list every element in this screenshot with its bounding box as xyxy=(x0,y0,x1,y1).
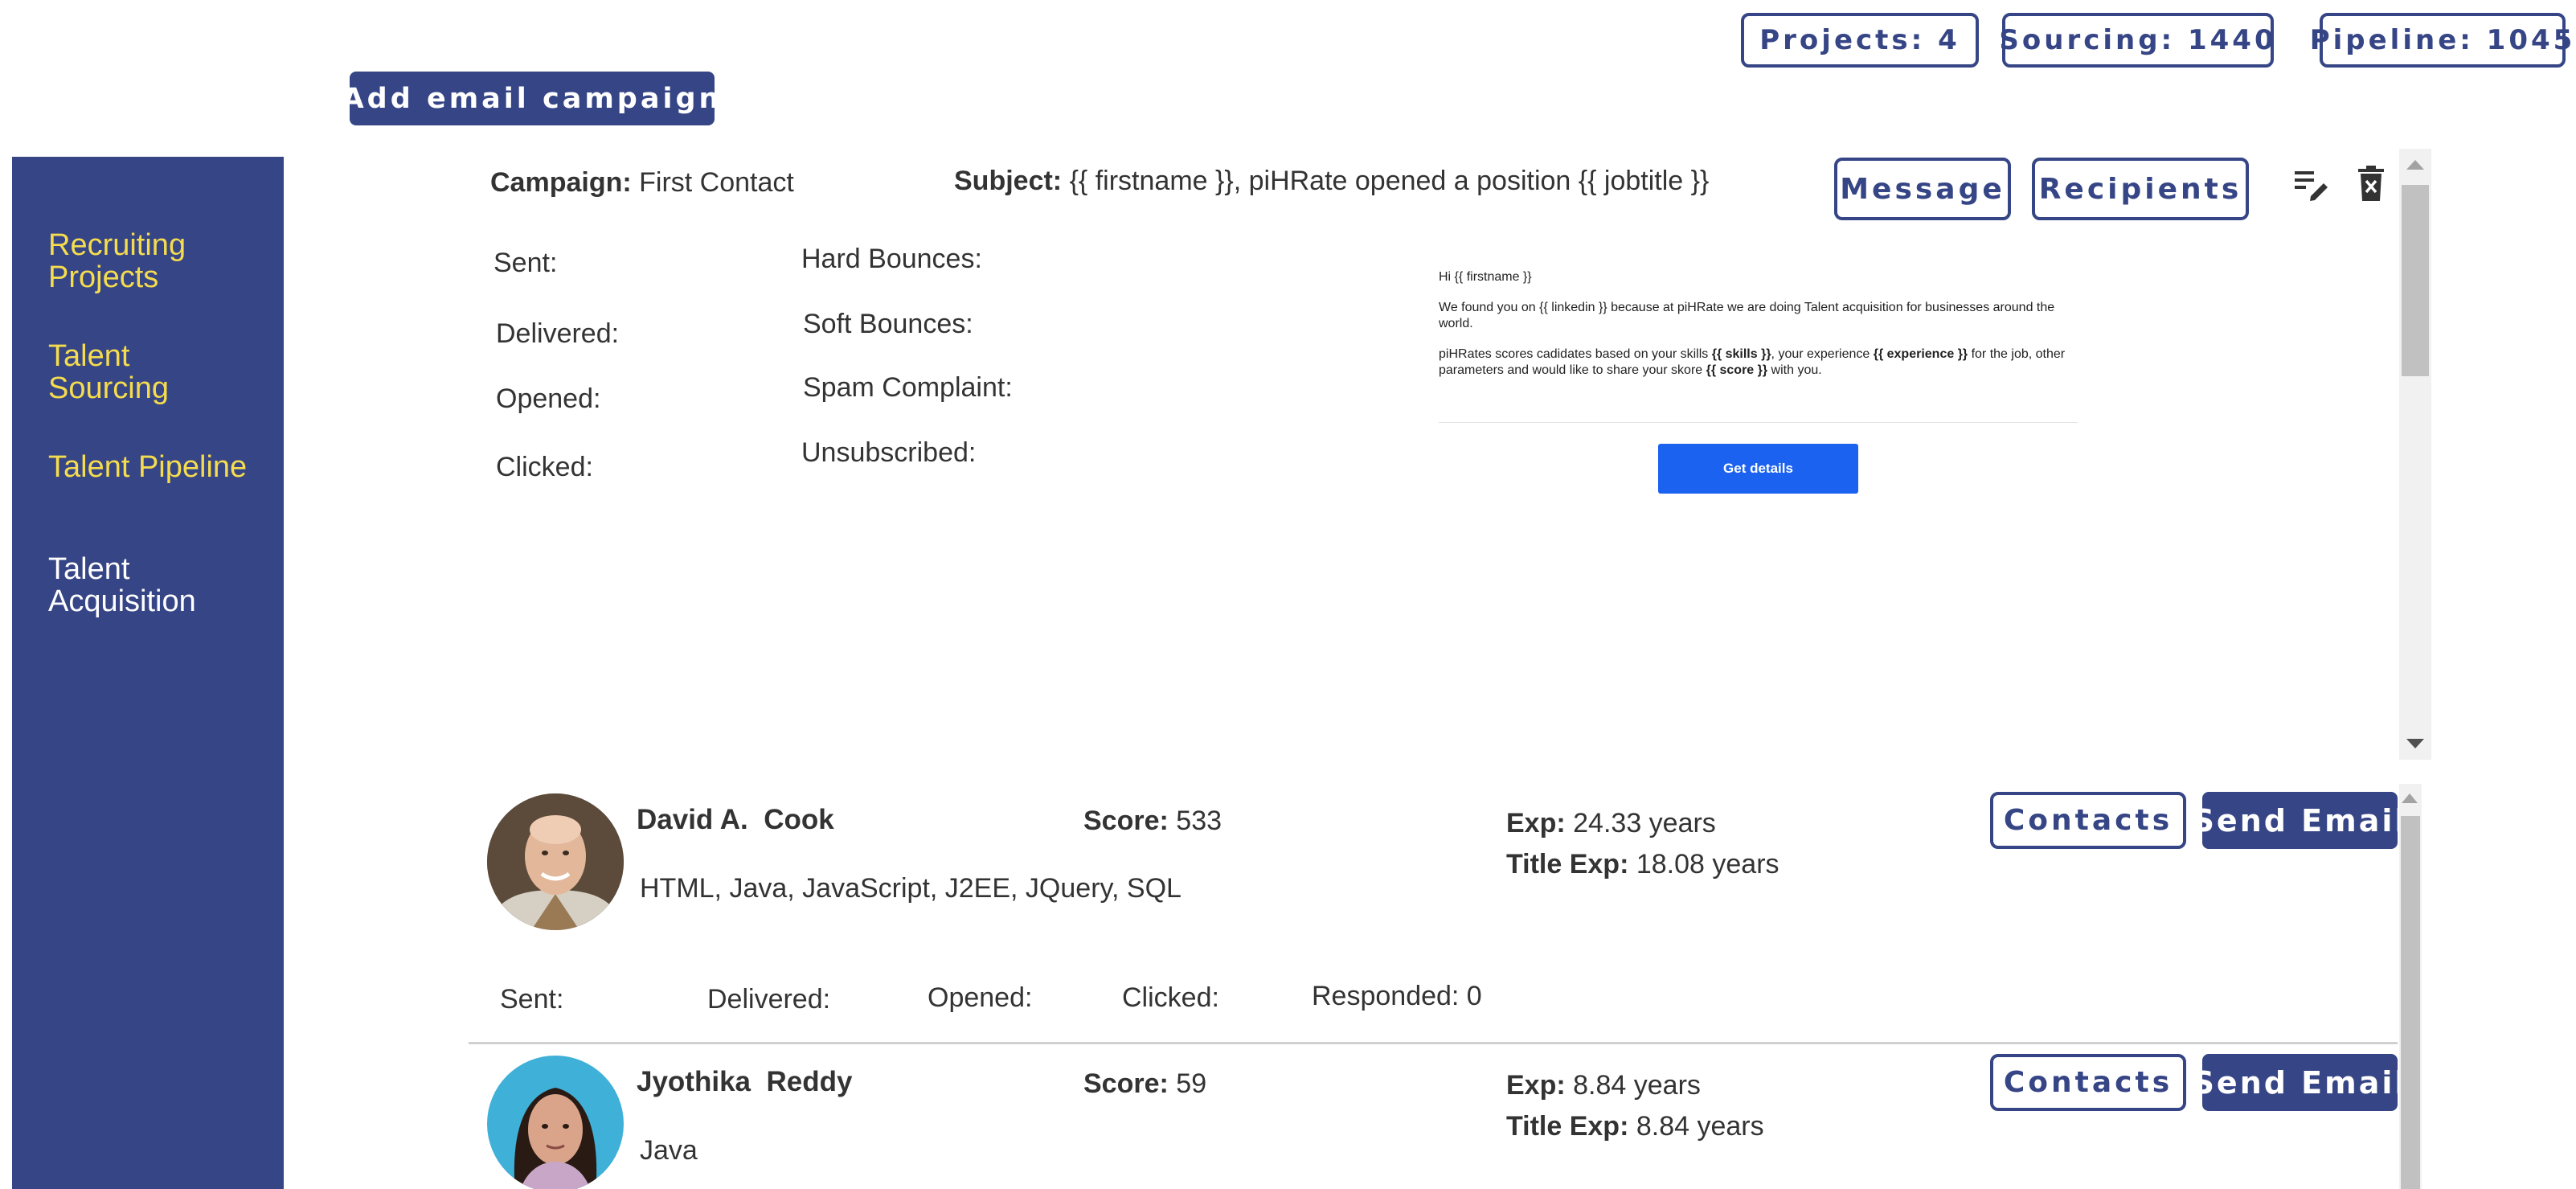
campaign-label: Campaign: xyxy=(490,167,632,198)
candidate-name: Jyothika Reddy xyxy=(637,1066,853,1097)
stat-delivered: Delivered: xyxy=(496,318,620,349)
email-divider xyxy=(1439,422,2078,423)
sidebar-item-label: Acquisition xyxy=(48,584,196,618)
recipient-stat-responded: Responded: 0 xyxy=(1312,981,1482,1011)
sidebar-item-talent-pipeline[interactable]: Talent Pipeline xyxy=(48,451,247,483)
get-details-button[interactable]: Get details xyxy=(1658,444,1858,494)
edit-list-icon[interactable] xyxy=(2292,165,2332,205)
contacts-button[interactable]: Contacts xyxy=(1990,1054,2186,1111)
subject-label: Subject: xyxy=(954,166,1063,196)
stat-clicked: Clicked: xyxy=(496,452,593,482)
send-email-button[interactable]: Send Email xyxy=(2193,792,2405,849)
stat-sent: Sent: xyxy=(493,248,558,278)
candidate-skills: HTML, Java, JavaScript, J2EE, JQuery, SQ… xyxy=(640,873,1182,904)
campaign-name: First Contact xyxy=(639,167,794,198)
email-greeting: Hi {{ firstname }} xyxy=(1439,270,1532,284)
recipient-stat-delivered: Delivered: xyxy=(707,984,831,1015)
delete-icon[interactable] xyxy=(2351,163,2391,203)
sidebar: Recruiting Projects Talent Sourcing Tale… xyxy=(12,157,284,1189)
sidebar-item-recruiting-projects[interactable]: Recruiting Projects xyxy=(48,229,186,293)
scroll-thumb[interactable] xyxy=(2401,816,2420,1189)
email-preview: Hi {{ firstname }} We found you on {{ li… xyxy=(1439,269,2082,393)
sidebar-item-label: Talent xyxy=(48,552,130,586)
recipient-stat-clicked: Clicked: xyxy=(1122,982,1219,1013)
candidate-title-exp: Title Exp: 8.84 years xyxy=(1506,1111,1764,1142)
candidate-score: Score: 533 xyxy=(1083,806,1222,836)
sidebar-item-label: Projects xyxy=(48,260,159,294)
subject-value: {{ firstname }}, piHRate opened a positi… xyxy=(1069,166,1710,196)
sidebar-item-label: Talent Pipeline xyxy=(48,450,248,484)
stat-unsubscribed: Unsubscribed: xyxy=(801,437,977,468)
candidate-exp: Exp: 24.33 years xyxy=(1506,808,1716,838)
recipient-stat-opened: Opened: xyxy=(928,982,1033,1013)
avatar xyxy=(487,793,624,930)
sourcing-count-badge[interactable]: Sourcing: 1440 xyxy=(1999,13,2274,68)
candidate-exp: Exp: 8.84 years xyxy=(1506,1070,1701,1101)
avatar xyxy=(487,1056,624,1189)
candidate-list-scrollbar[interactable] xyxy=(2399,784,2422,1189)
email-paragraph-1: We found you on {{ linkedin }} because a… xyxy=(1439,301,2055,330)
send-email-button[interactable]: Send Email xyxy=(2193,1054,2405,1111)
campaign-title: Campaign: First Contact xyxy=(490,167,794,199)
stat-opened: Opened: xyxy=(496,383,601,414)
campaign-scrollbar[interactable] xyxy=(2399,149,2431,760)
candidate-score: Score: 59 xyxy=(1083,1068,1207,1099)
candidate-skills: Java xyxy=(640,1135,698,1166)
scroll-thumb[interactable] xyxy=(2402,185,2429,376)
sidebar-item-label: Talent xyxy=(48,339,130,373)
stat-soft-bounces: Soft Bounces: xyxy=(803,309,973,339)
campaign-subject: Subject: {{ firstname }}, piHRate opened… xyxy=(954,166,1709,197)
pipeline-count-badge[interactable]: Pipeline: 1045 xyxy=(2310,13,2572,68)
sidebar-item-talent-sourcing[interactable]: Talent Sourcing xyxy=(48,340,169,404)
stat-spam-complaint: Spam Complaint: xyxy=(803,372,1013,403)
sidebar-item-label: Recruiting xyxy=(48,228,186,262)
projects-count-badge[interactable]: Projects: 4 xyxy=(1741,13,1979,68)
sidebar-item-label: Sourcing xyxy=(48,371,169,405)
contacts-button[interactable]: Contacts xyxy=(1990,792,2186,849)
recipient-stat-sent: Sent: xyxy=(500,984,564,1015)
email-paragraph-2: piHRates scores cadidates based on your … xyxy=(1439,347,2066,377)
sidebar-item-talent-acquisition[interactable]: Talent Acquisition xyxy=(48,553,196,617)
add-email-campaign-button[interactable]: Add email campaign xyxy=(342,72,719,125)
candidate-title-exp: Title Exp: 18.08 years xyxy=(1506,849,1779,879)
candidate-name: David A. Cook xyxy=(637,804,834,835)
message-button[interactable]: Message xyxy=(1834,158,2011,220)
row-divider xyxy=(469,1042,2398,1044)
recipients-button[interactable]: Recipients xyxy=(2032,158,2249,220)
stat-hard-bounces: Hard Bounces: xyxy=(801,244,982,274)
